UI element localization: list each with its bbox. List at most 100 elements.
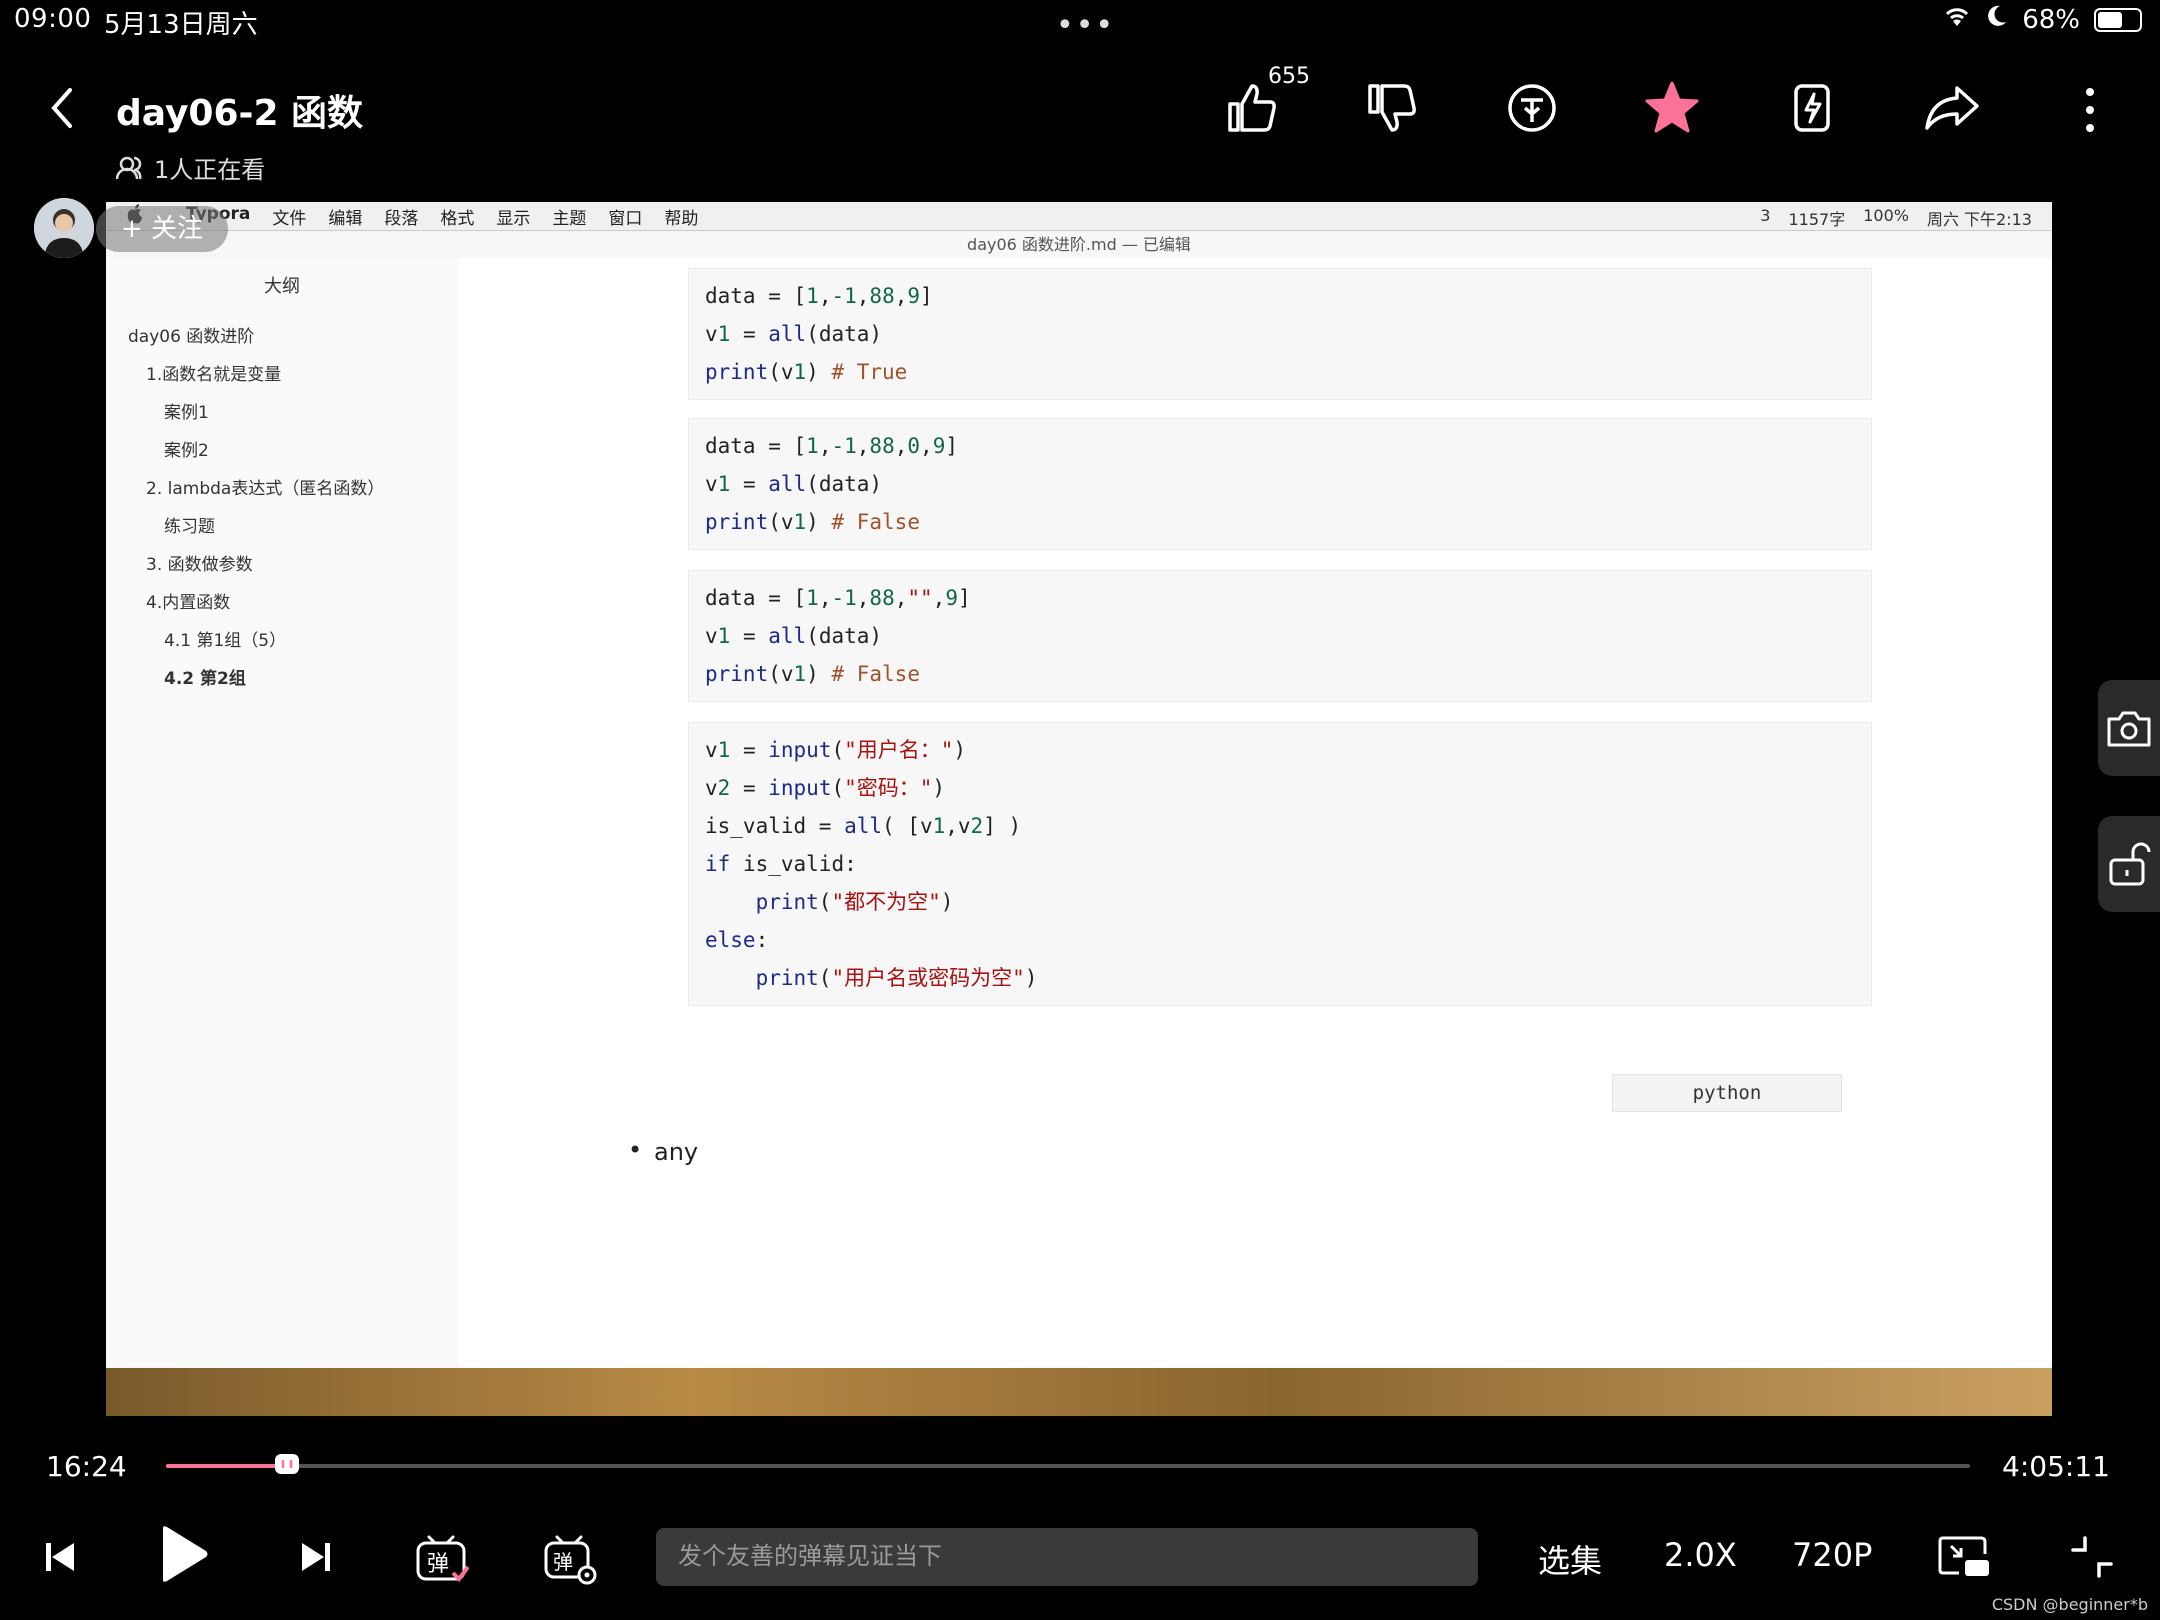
svg-text:弹: 弹: [427, 1552, 449, 1577]
skip-previous-icon: [46, 1543, 74, 1571]
window-title: day06 函数进阶.md — 已编辑: [106, 232, 2052, 258]
lock-screen-button[interactable]: [2098, 816, 2160, 912]
code-line: v1 = all(data): [705, 322, 883, 346]
menu-item: 主题: [552, 208, 587, 229]
code-line: is_valid = all( [v1,v2] ): [705, 814, 1022, 838]
status-date: 5月13日周六: [104, 10, 258, 40]
share-button[interactable]: [1912, 70, 1992, 146]
outline-item: 3. 函数做参数: [146, 555, 253, 575]
dislike-button[interactable]: [1352, 70, 1432, 146]
code-block[interactable]: v1 = input("用户名：") v2 = input("密码：") is_va…: [688, 722, 1872, 1006]
like-count: 655: [1268, 64, 1310, 89]
pip-icon: [1938, 1536, 1989, 1576]
next-button[interactable]: [294, 1530, 338, 1584]
status-time: 09:00: [14, 4, 92, 34]
menu-item: 格式: [440, 208, 475, 229]
mac-menubar: Typora文件编辑段落格式显示主题窗口帮助 3 1157字 100% 周六 下午2:…: [106, 202, 2052, 231]
code-line: print(v1) # False: [705, 510, 920, 534]
progress-knob-icon[interactable]: [274, 1454, 299, 1474]
play-icon: [163, 1526, 208, 1582]
status-indicators: 68%: [1942, 4, 2142, 35]
video-frame[interactable]: Typora文件编辑段落格式显示主题窗口帮助 3 1157字 100% 周六 下午2:…: [106, 202, 2052, 1416]
exit-fullscreen-button[interactable]: [2066, 1530, 2118, 1584]
quality-button[interactable]: 720P: [1792, 1536, 1872, 1574]
outline-item: 4.内置函数: [146, 593, 231, 613]
total-time: 4:05:11: [2002, 1450, 2110, 1483]
code-block[interactable]: data = [1,-1,88,9] v1 = all(data) print(v1…: [688, 268, 1872, 400]
outline-item: 4.2 第2组: [164, 669, 246, 689]
menubar-status-item: 1157字: [1788, 210, 1846, 229]
more-vertical-icon: [2086, 88, 2094, 132]
code-line: print("都不为空"): [755, 890, 954, 914]
code-line: v1 = all(data): [705, 624, 883, 648]
code-line: if is_valid:: [705, 852, 857, 876]
progress-played: [166, 1464, 287, 1468]
viewers-icon: [116, 156, 142, 179]
menubar-status-item: 周六 下午2:13: [1926, 210, 2032, 229]
svg-text:弹: 弹: [553, 1550, 573, 1574]
video-title: day06-2 函数: [116, 93, 364, 134]
menu-item: 文件: [272, 208, 307, 229]
menu-item: 帮助: [664, 208, 699, 229]
coin-button[interactable]: [1492, 70, 1572, 146]
lightning-icon: [1794, 84, 1830, 132]
more-menu-button[interactable]: [2070, 80, 2110, 140]
outline-title: 大纲: [264, 276, 300, 297]
code-block[interactable]: data = [1,-1,88,0,9] v1 = all(data) print(…: [688, 418, 1872, 550]
share-arrow-icon: [1925, 86, 1979, 130]
moon-icon: [1986, 4, 2008, 35]
code-line: v1 = all(data): [705, 472, 883, 496]
current-time: 16:24: [46, 1450, 127, 1483]
danmaku-toggle-button[interactable]: 弹: [414, 1530, 470, 1588]
picture-in-picture-button[interactable]: [1936, 1530, 1992, 1584]
camera-icon: [2107, 711, 2151, 747]
thumbs-down-icon: [1368, 84, 1416, 132]
charge-button[interactable]: [1772, 70, 1852, 146]
menubar-status-item: 100%: [1863, 206, 1909, 225]
menubar-status-item: 3: [1760, 206, 1771, 225]
skip-next-icon: [302, 1543, 330, 1571]
code-block[interactable]: data = [1,-1,88,"",9] v1 = all(data) print…: [688, 570, 1872, 702]
viewer-count-text: 1人正在看: [154, 156, 266, 184]
outline-item: 案例2: [164, 441, 209, 461]
screenshot-button[interactable]: [2098, 680, 2160, 776]
outline-item: 案例1: [164, 403, 209, 423]
star-icon: [1645, 81, 1699, 133]
multitasking-dots-icon[interactable]: •••: [1056, 8, 1115, 43]
outline-item: day06 函数进阶: [128, 327, 255, 347]
play-button[interactable]: [154, 1524, 214, 1584]
previous-button[interactable]: [38, 1530, 82, 1584]
code-line: print(v1) # True: [705, 360, 908, 384]
danmaku-settings-button[interactable]: 弹: [542, 1530, 598, 1588]
speed-button[interactable]: 2.0X: [1664, 1536, 1737, 1574]
code-line: print("用户名或密码为空"): [755, 966, 1038, 990]
code-line: else:: [705, 928, 769, 952]
back-button[interactable]: [42, 84, 82, 132]
outline-item: 4.1 第1组（5）: [164, 631, 287, 651]
menu-item: 段落: [384, 208, 419, 229]
uploader-avatar[interactable]: [34, 198, 94, 258]
danmaku-input[interactable]: [656, 1528, 1478, 1586]
progress-bar[interactable]: [166, 1454, 1970, 1474]
wifi-icon: [1942, 4, 1972, 35]
code-line: data = [1,-1,88,9]: [705, 284, 933, 308]
watermark: CSDN @beginner*b: [1991, 1595, 2148, 1614]
code-language-tag[interactable]: python: [1612, 1074, 1842, 1112]
danmaku-on-icon: 弹: [416, 1535, 469, 1583]
episodes-button[interactable]: 选集: [1538, 1536, 1602, 1582]
code-line: v1 = input("用户名："): [705, 738, 967, 762]
favorite-button[interactable]: [1632, 70, 1712, 146]
menu-item: 窗口: [608, 208, 643, 229]
outline-sidebar: 大纲 day06 函数进阶 1.函数名就是变量案例1 案例2 2. lambda表达式…: [106, 258, 459, 1368]
danmaku-settings-icon: 弹: [544, 1535, 597, 1585]
battery-percent: 68%: [2022, 4, 2080, 35]
editor-pane[interactable]: data = [1,-1,88,9] v1 = all(data) print(v1…: [458, 258, 2052, 1368]
battery-icon: [2094, 7, 2142, 32]
follow-button[interactable]: + 关注: [96, 206, 228, 252]
outline-item: 1.函数名就是变量: [146, 365, 282, 385]
outline-item: 练习题: [164, 517, 215, 537]
coin-icon: [1508, 84, 1556, 132]
chevron-left-icon: [51, 88, 72, 128]
menu-item: 显示: [496, 208, 531, 229]
outline-item: 2. lambda表达式（匿名函数）: [146, 479, 385, 499]
